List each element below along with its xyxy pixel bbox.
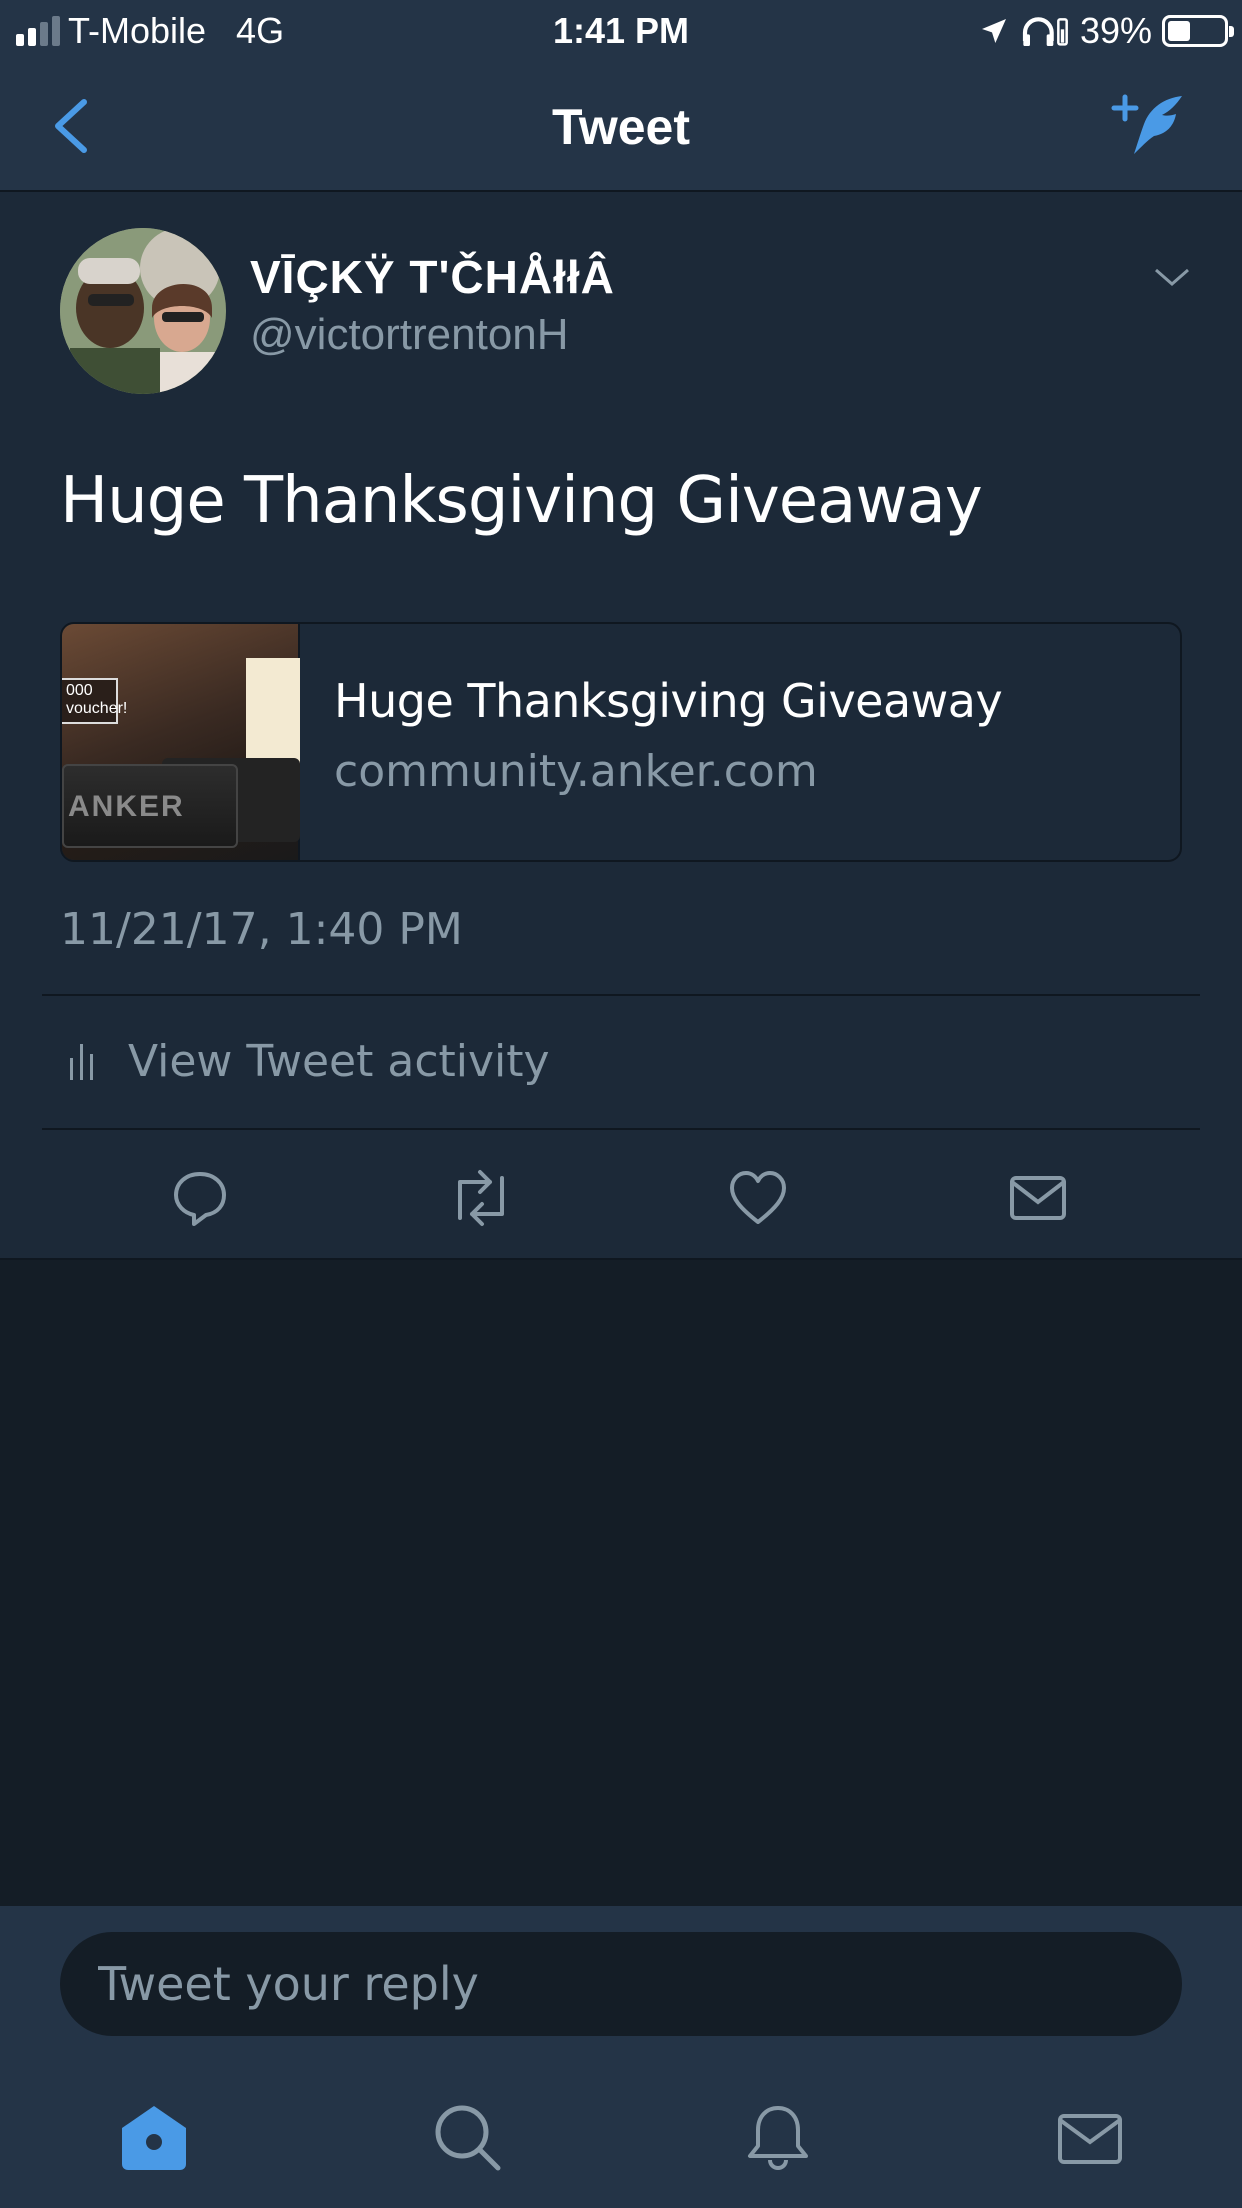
view-tweet-activity[interactable]: View Tweet activity [42,996,1200,1126]
battery-percent: 39% [1079,10,1152,51]
tab-search[interactable] [432,2102,504,2174]
headphones-icon [1022,17,1068,46]
thumbnail-badge: 000 voucher! [62,678,127,724]
link-card[interactable]: 000 voucher! ANKER Huge Thanksgiving Giv… [60,622,1182,862]
tweet-options-button[interactable] [1152,262,1192,292]
analytics-icon [70,1044,93,1080]
heart-icon [730,1171,786,1224]
tweet-text: Huge Thanksgiving Giveaway [60,464,983,538]
page-title: Tweet [552,99,690,155]
location-icon [981,19,1006,43]
tab-notifications[interactable] [742,2102,814,2174]
chevron-down-icon [1155,268,1189,286]
card-domain: community.anker.com [334,746,818,797]
retweet-icon [458,1170,504,1226]
tab-home[interactable] [118,2102,190,2174]
tweet-timestamp: 11/21/17, 1:40 PM [60,904,463,955]
notifications-icon [748,2106,808,2171]
display-name[interactable]: VĪÇKŸ T'ČHÅłłÂ [250,250,615,304]
avatar[interactable] [60,228,226,394]
tab-messages[interactable] [1054,2102,1126,2174]
mail-icon [1010,1176,1066,1220]
reply-icon [174,1172,226,1226]
thumbnail-greeting-card [246,658,300,768]
reply-button[interactable] [170,1168,230,1228]
card-thumbnail: 000 voucher! ANKER [62,624,300,860]
messages-icon [1058,2114,1122,2164]
avatar-photo [60,228,226,394]
compose-tweet-button[interactable] [1110,90,1190,162]
divider [42,1128,1200,1130]
reply-input[interactable] [60,1932,1182,2036]
nav-bar: Tweet [0,62,1242,192]
activity-label: View Tweet activity [128,1036,550,1087]
status-bar: T-Mobile 4G 1:41 PM 39% [0,0,1242,62]
search-icon [435,2105,501,2171]
card-title: Huge Thanksgiving Giveaway [334,674,1003,728]
like-button[interactable] [728,1168,788,1228]
direct-message-button[interactable] [1008,1168,1068,1228]
compose-tweet-icon [1111,94,1182,154]
status-right: 39% [978,10,1234,52]
retweet-button[interactable] [446,1168,516,1228]
tweet-detail: VĪÇKŸ T'ČHÅłłÂ @victortrentonH Huge Than… [0,192,1242,1260]
bottom-bar [0,1906,1242,2208]
home-icon [122,2106,186,2170]
thumbnail-brand: ANKER [68,790,185,823]
battery-icon [1162,15,1234,47]
user-handle[interactable]: @victortrentonH [250,310,569,360]
